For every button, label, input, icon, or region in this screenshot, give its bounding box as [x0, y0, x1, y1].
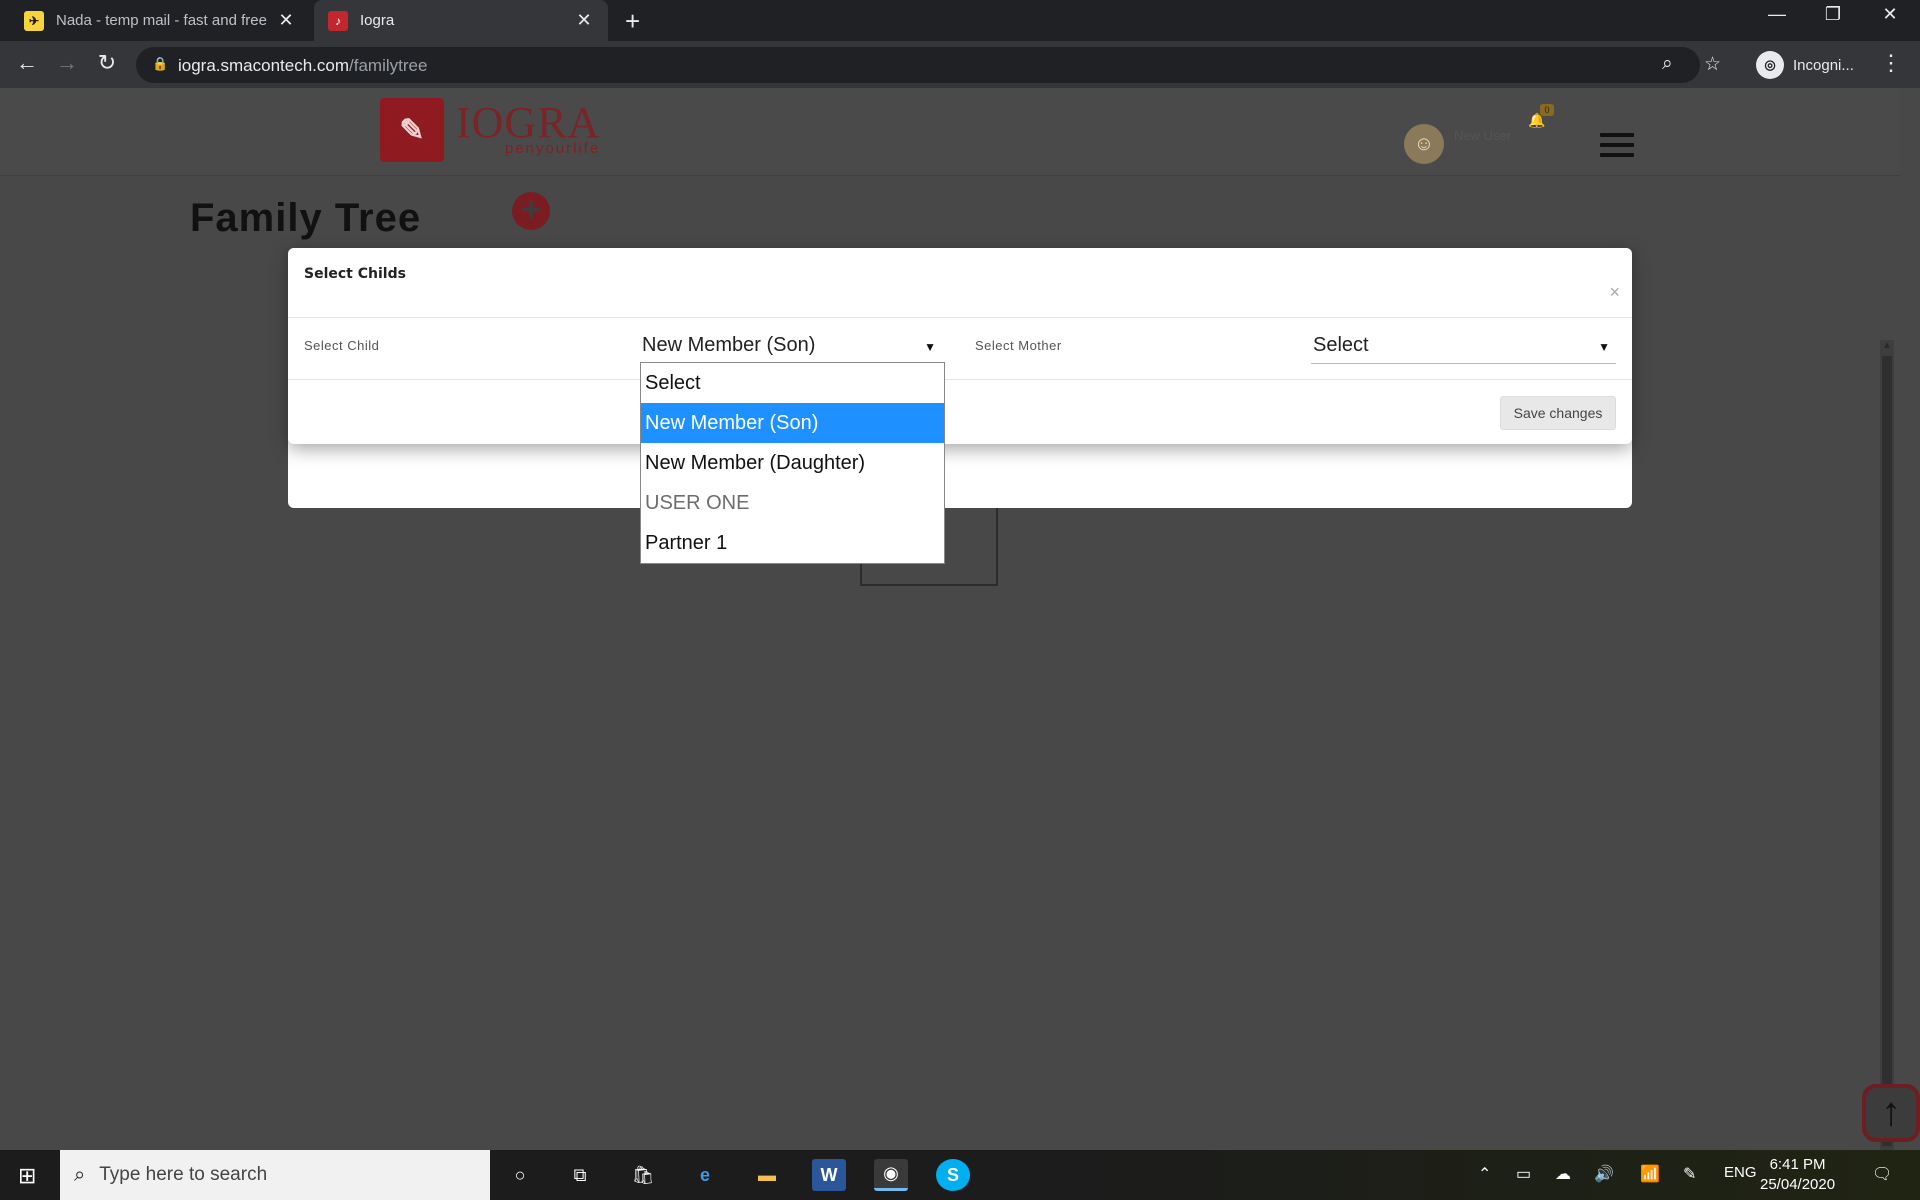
taskbar-search-placeholder: Type here to search: [99, 1164, 268, 1185]
scroll-to-top-button[interactable]: ↑: [1862, 1084, 1920, 1142]
select-child-dropdown[interactable]: New Member (Son) ▼: [640, 330, 942, 364]
task-view-icon[interactable]: ⧉: [563, 1159, 597, 1191]
windows-taskbar: ⊞ ⌕ Type here to search ○ ⧉ 🛍 e ▬ W ◉ S …: [0, 1150, 1920, 1200]
zoom-search-icon[interactable]: ⌕: [1662, 53, 1673, 75]
site-logo[interactable]: ✎ IOGRA penyourlife: [380, 98, 600, 162]
onedrive-cloud-icon[interactable]: ☁: [1555, 1164, 1571, 1184]
modal-footer: Save changes: [288, 380, 1632, 444]
skype-icon[interactable]: S: [936, 1159, 970, 1191]
minimize-icon[interactable]: —: [1757, 4, 1797, 25]
search-icon: ⌕: [74, 1163, 86, 1186]
modal-header: Select Childs ×: [288, 248, 1632, 318]
clock-date: 25/04/2020: [1760, 1176, 1836, 1193]
chrome-icon[interactable]: ◉: [874, 1159, 908, 1191]
dropdown-option[interactable]: Select: [641, 363, 944, 403]
forward-icon[interactable]: →: [52, 50, 82, 76]
select-mother-dropdown[interactable]: Select ▼: [1311, 330, 1616, 364]
dropdown-option[interactable]: New Member (Daughter): [641, 443, 944, 483]
page-title: Family Tree: [190, 196, 422, 240]
user-menu[interactable]: ☺ New User: [1404, 124, 1511, 164]
scrollbar-thumb[interactable]: [1882, 356, 1892, 1146]
address-bar[interactable]: 🔒 iogra.smacontech.com/familytree ⌕ ☆: [136, 47, 1721, 83]
language-indicator[interactable]: ENG: [1724, 1164, 1757, 1181]
new-tab-icon[interactable]: +: [625, 6, 640, 37]
tab-title: Nada - temp mail - fast and free: [56, 12, 267, 29]
incognito-profile[interactable]: ◎ Incogni...: [1756, 47, 1868, 83]
notification-badge: 0: [1540, 104, 1554, 116]
wifi-icon[interactable]: 📶: [1640, 1164, 1660, 1184]
dropdown-option-disabled: USER ONE: [645, 492, 750, 514]
file-explorer-icon[interactable]: ▬: [750, 1159, 784, 1191]
select-mother-value: Select: [1313, 334, 1369, 356]
child-options-list: Select New Member (Son) New Member (Daug…: [640, 362, 945, 564]
select-childs-modal: Select Childs × Select Child New Member …: [288, 248, 1632, 444]
incognito-icon: ◎: [1756, 51, 1784, 79]
tab-close-icon[interactable]: ✕: [574, 10, 594, 31]
system-clock[interactable]: 6:41 PM 25/04/2020: [1760, 1155, 1835, 1195]
select-child-label: Select Child: [304, 338, 380, 353]
modal-body: Select Child New Member (Son) ▼ Select M…: [288, 318, 1632, 380]
tray-chevron-up-icon[interactable]: ⌃: [1478, 1164, 1491, 1184]
word-icon[interactable]: W: [812, 1159, 846, 1191]
windows-start-icon[interactable]: ⊞: [18, 1163, 36, 1189]
dropdown-option-selected[interactable]: New Member (Son): [641, 403, 944, 443]
add-member-button[interactable]: +: [512, 192, 550, 230]
browser-toolbar: ← → ↻ 🔒 iogra.smacontech.com/familytree …: [0, 41, 1920, 88]
select-child-value: New Member (Son): [642, 334, 816, 356]
user-name: New User: [1454, 127, 1512, 143]
avatar: ☺: [1404, 124, 1444, 164]
tab-iogra[interactable]: ♪ Iogra ✕: [314, 0, 608, 41]
clock-time: 6:41 PM: [1769, 1156, 1826, 1173]
select-mother-label: Select Mother: [975, 338, 1062, 353]
close-icon[interactable]: ×: [1609, 282, 1620, 303]
save-changes-button[interactable]: Save changes: [1500, 396, 1616, 430]
notifications-icon[interactable]: 🗨: [1872, 1164, 1892, 1184]
restore-icon[interactable]: ❐: [1813, 4, 1853, 25]
scroll-up-icon[interactable]: ▲: [1882, 340, 1892, 351]
nada-favicon-icon: ✈: [24, 10, 44, 31]
lock-icon: 🔒: [152, 56, 169, 71]
dropdown-option[interactable]: Partner 1: [641, 523, 944, 563]
tab-title: Iogra: [360, 12, 395, 29]
site-header: ✎ IOGRA penyourlife ☺ New User 🔔 0: [0, 88, 1900, 176]
cortana-icon[interactable]: ○: [503, 1159, 537, 1191]
store-icon[interactable]: 🛍: [626, 1159, 660, 1191]
iogra-favicon-icon: ♪: [328, 10, 348, 31]
battery-icon[interactable]: ▭: [1516, 1164, 1531, 1184]
modal-title: Select Childs: [304, 266, 406, 282]
browser-tabstrip: ✈ Nada - temp mail - fast and free ✕ ♪ I…: [0, 0, 1920, 41]
tab-close-icon[interactable]: ✕: [276, 10, 296, 31]
hamburger-menu-icon[interactable]: [1600, 133, 1634, 163]
url-text: iogra.smacontech.com/familytree: [178, 56, 428, 75]
chevron-down-icon: ▼: [924, 340, 936, 354]
logo-brand: IOGRA: [456, 98, 601, 147]
bookmark-star-icon[interactable]: ☆: [1704, 53, 1721, 76]
reload-icon[interactable]: ↻: [92, 50, 122, 76]
browser-menu-icon[interactable]: ⋮: [1880, 50, 1902, 76]
tab-nada[interactable]: ✈ Nada - temp mail - fast and free ✕: [10, 0, 310, 41]
page: ✎ IOGRA penyourlife ☺ New User 🔔 0 Famil…: [0, 88, 1920, 1150]
back-icon[interactable]: ←: [12, 50, 42, 76]
close-window-icon[interactable]: ✕: [1870, 4, 1910, 25]
taskbar-search[interactable]: ⌕ Type here to search: [60, 1150, 490, 1200]
profile-label: Incogni...: [1793, 56, 1854, 74]
edge-icon[interactable]: e: [688, 1159, 722, 1191]
page-scrollbar[interactable]: ▲: [1880, 340, 1894, 1150]
volume-icon[interactable]: 🔊: [1594, 1164, 1614, 1184]
chevron-down-icon: ▼: [1598, 340, 1610, 354]
logo-pen-icon: ✎: [380, 98, 444, 162]
pen-icon[interactable]: ✎: [1683, 1164, 1696, 1184]
